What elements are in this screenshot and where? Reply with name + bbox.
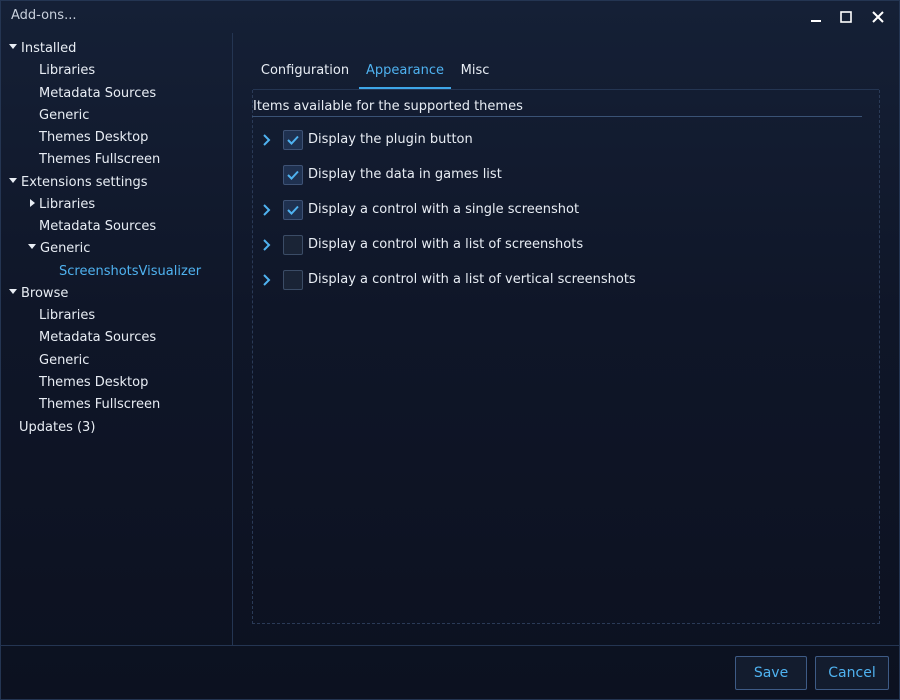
chevron-right-icon[interactable] [257,234,277,256]
tree-item-label: ScreenshotsVisualizer [59,264,202,279]
section-header: Items available for the supported themes [253,99,523,114]
addons-window: Add-ons... Installed Libraries Metadata … [0,0,900,700]
expand-down-icon[interactable] [28,244,36,249]
tree-ext-generic[interactable]: Generic [28,239,90,259]
tree-installed-libraries[interactable]: Libraries [39,61,95,81]
tree-item-label: Themes Fullscreen [39,152,161,167]
tab-appearance[interactable]: Appearance [359,60,451,90]
tree-browse[interactable]: Browse [9,284,68,304]
tree-item-label: Libraries [39,63,96,78]
tree-installed-themes-desktop[interactable]: Themes Desktop [39,128,148,148]
expand-down-icon[interactable] [9,289,17,294]
expand-down-icon[interactable] [9,178,17,183]
option-label: Display a control with a single screensh… [308,202,580,217]
tree-item-label: Metadata Sources [39,219,157,234]
tree-extensions-settings[interactable]: Extensions settings [9,173,148,193]
tree-item-label: Metadata Sources [39,330,157,345]
settings-panel: Configuration Appearance Misc Items avai… [233,33,899,645]
checkbox-plugin-button[interactable] [283,130,303,150]
checkbox-screenshot-list[interactable] [283,235,303,255]
tree-item-label: Generic [39,353,90,368]
cancel-button[interactable]: Cancel [815,656,889,690]
tree-item-label: Libraries [39,197,96,212]
maximize-button[interactable] [831,1,861,32]
chevron-right-icon[interactable] [257,129,277,151]
checkbox-single-screenshot[interactable] [283,200,303,220]
tab-misc[interactable]: Misc [453,60,497,90]
tree-installed[interactable]: Installed [9,39,76,59]
tree-item-label: Browse [21,286,69,301]
checkmark-icon [287,170,299,180]
minimize-icon [811,19,821,22]
section-divider [252,116,862,117]
close-button[interactable] [863,1,893,32]
tree-screenshots-visualizer[interactable]: ScreenshotsVisualizer [59,262,201,282]
checkmark-icon [287,135,299,145]
tree-item-label: Installed [21,41,77,56]
tree-installed-metadata-sources[interactable]: Metadata Sources [39,84,156,104]
addons-sidebar: Installed Libraries Metadata Sources Gen… [1,33,233,645]
tree-item-label: Updates (3) [19,420,96,435]
tree-item-label: Metadata Sources [39,86,157,101]
option-label: Display the plugin button [308,132,473,147]
title-bar[interactable]: Add-ons... [1,1,899,32]
tree-ext-metadata-sources[interactable]: Metadata Sources [39,217,156,237]
tree-browse-libraries[interactable]: Libraries [39,306,95,326]
tree-installed-generic[interactable]: Generic [39,106,89,126]
tree-item-label: Generic [40,241,91,256]
option-label: Display a control with a list of vertica… [308,272,636,287]
save-button[interactable]: Save [735,656,807,690]
tree-item-label: Themes Desktop [39,130,149,145]
checkbox-vertical-screenshot-list[interactable] [283,270,303,290]
minimize-button[interactable] [801,1,831,32]
chevron-right-icon[interactable] [257,269,277,291]
tree-browse-metadata-sources[interactable]: Metadata Sources [39,328,156,348]
tree-item-label: Extensions settings [21,175,148,190]
tree-installed-themes-fullscreen[interactable]: Themes Fullscreen [39,150,160,170]
tree-ext-libraries[interactable]: Libraries [28,195,95,215]
active-tab-indicator [359,87,451,89]
checkbox-games-list-data[interactable] [283,165,303,185]
tree-item-label: Libraries [39,308,96,323]
close-icon [872,10,884,23]
tree-item-label: Themes Fullscreen [39,397,161,412]
tree-item-label: Generic [39,108,90,123]
tree-browse-themes-desktop[interactable]: Themes Desktop [39,373,148,393]
tree-browse-generic[interactable]: Generic [39,351,89,371]
footer-divider [1,645,899,646]
expand-right-icon[interactable] [30,198,35,207]
maximize-icon [840,10,852,23]
window-title: Add-ons... [11,8,77,23]
tree-updates[interactable]: Updates (3) [19,418,95,438]
chevron-right-icon[interactable] [257,199,277,221]
tree-browse-themes-fullscreen[interactable]: Themes Fullscreen [39,395,160,415]
tree-item-label: Themes Desktop [39,375,149,390]
checkmark-icon [287,205,299,215]
option-label: Display a control with a list of screens… [308,237,584,252]
tab-configuration[interactable]: Configuration [253,60,357,90]
option-label: Display the data in games list [308,167,502,182]
expand-down-icon[interactable] [9,44,17,49]
